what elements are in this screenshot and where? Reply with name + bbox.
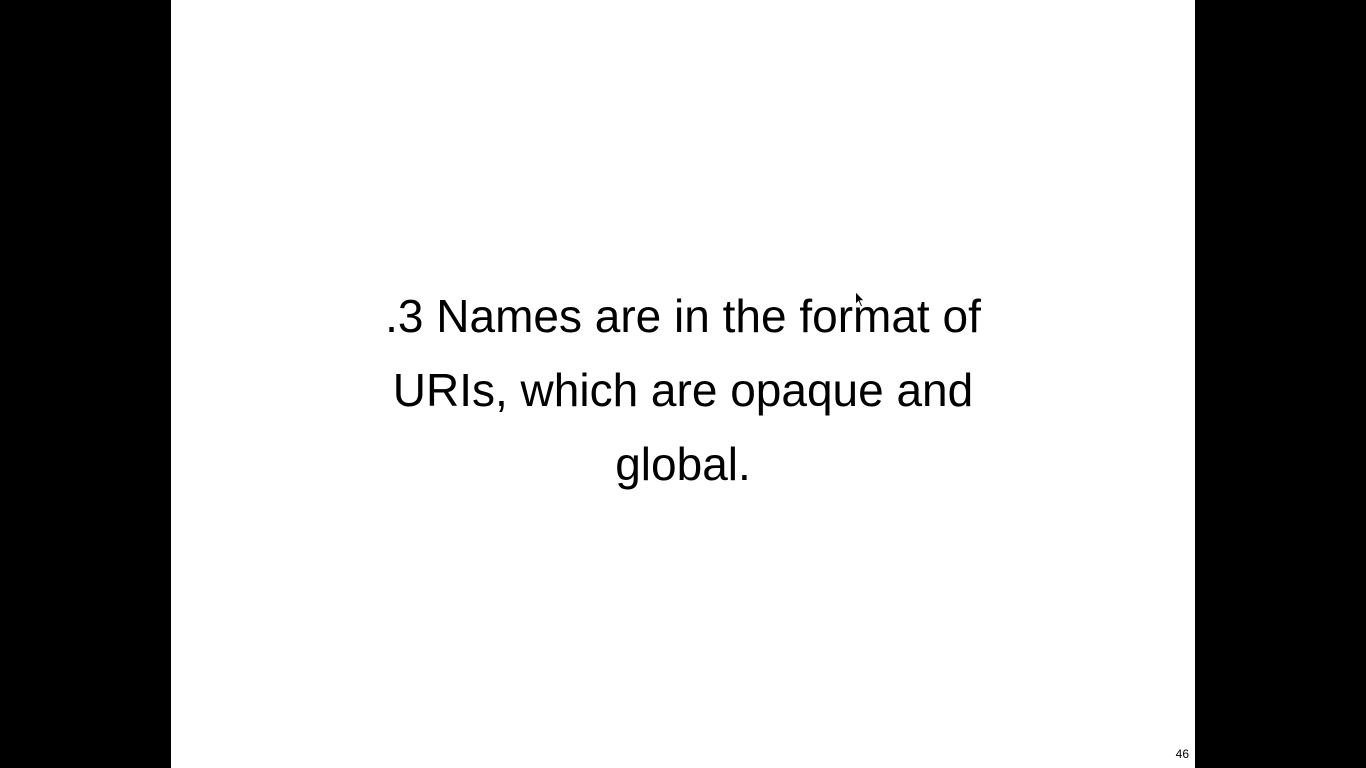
slide-text-line-2: URIs, which are opaque and: [392, 364, 974, 416]
slide[interactable]: .3 Names are in the format of URIs, whic…: [171, 0, 1195, 768]
slide-body-text: .3 Names are in the format of URIs, whic…: [171, 279, 1195, 501]
slide-text-line-1: .3 Names are in the format of: [385, 290, 981, 342]
presentation-screen: .3 Names are in the format of URIs, whic…: [0, 0, 1366, 768]
mouse-pointer-icon: [855, 291, 865, 308]
slide-text-line-3: global.: [615, 438, 751, 490]
slide-page-number: 46: [1175, 747, 1189, 761]
